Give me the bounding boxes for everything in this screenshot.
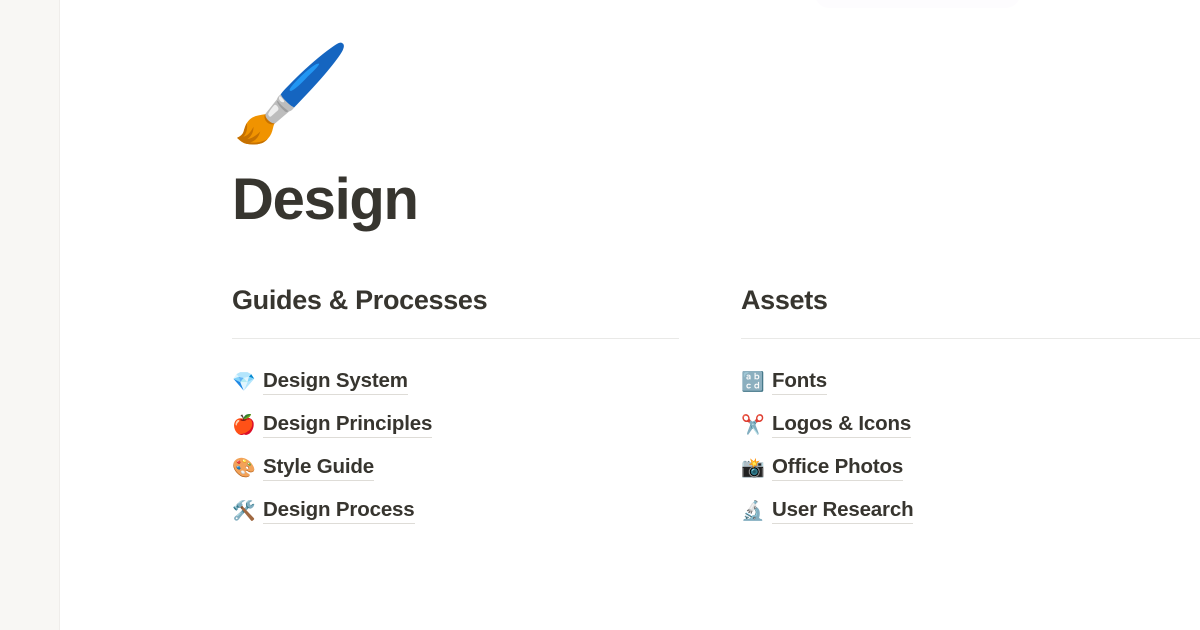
list-item[interactable]: 🛠️ Design Process xyxy=(232,490,679,533)
section-heading-assets: Assets xyxy=(741,284,828,315)
camera-with-flash-emoji: 📸 xyxy=(741,457,765,479)
section-divider-assets xyxy=(741,337,1200,339)
list-item[interactable]: 🔡 Fonts xyxy=(741,361,1200,404)
column-guides-and-processes: Guides & Processes 💎 Design System 🍎 Des… xyxy=(232,284,741,533)
scissors-emoji: ✂️ xyxy=(741,414,765,436)
list-item[interactable]: 💎 Design System xyxy=(232,361,679,404)
column-assets: Assets 🔡 Fonts ✂️ Logos & Icons 📸 Office… xyxy=(741,284,1200,533)
list-item[interactable]: 📸 Office Photos xyxy=(741,447,1200,490)
gem-stone-emoji: 💎 xyxy=(232,371,256,393)
link-design-system[interactable]: Design System xyxy=(263,369,408,396)
link-list-guides: 💎 Design System 🍎 Design Principles 🎨 St… xyxy=(232,361,679,533)
section-heading-guides: Guides & Processes xyxy=(232,284,488,315)
page-root: 🖌️ Design Guides & Processes 💎 Design Sy… xyxy=(0,0,1200,630)
section-divider-guides xyxy=(232,337,679,339)
link-logos-and-icons[interactable]: Logos & Icons xyxy=(772,412,911,439)
link-list-assets: 🔡 Fonts ✂️ Logos & Icons 📸 Office Photos xyxy=(741,361,1200,533)
artist-palette-emoji: 🎨 xyxy=(232,457,256,479)
main-content-area: 🖌️ Design Guides & Processes 💎 Design Sy… xyxy=(60,0,1200,630)
hammer-and-wrench-emoji: 🛠️ xyxy=(232,500,256,522)
microscope-emoji: 🔬 xyxy=(741,500,765,522)
list-item[interactable]: 🎨 Style Guide xyxy=(232,447,679,490)
list-item[interactable]: 🍎 Design Principles xyxy=(232,404,679,447)
link-design-principles[interactable]: Design Principles xyxy=(263,412,432,439)
column-list: Guides & Processes 💎 Design System 🍎 Des… xyxy=(232,284,1200,533)
page-body: 🖌️ Design Guides & Processes 💎 Design Sy… xyxy=(232,0,1200,533)
list-item[interactable]: ✂️ Logos & Icons xyxy=(741,404,1200,447)
link-user-research[interactable]: User Research xyxy=(772,498,914,525)
paintbrush-emoji[interactable]: 🖌️ xyxy=(232,38,1200,162)
red-apple-emoji: 🍎 xyxy=(232,414,256,436)
page-title: Design xyxy=(232,167,419,232)
link-office-photos[interactable]: Office Photos xyxy=(772,455,903,482)
left-sidebar-strip[interactable] xyxy=(0,0,60,630)
input-latin-lowercase-emoji: 🔡 xyxy=(741,371,765,393)
link-fonts[interactable]: Fonts xyxy=(772,369,827,396)
link-style-guide[interactable]: Style Guide xyxy=(263,455,374,482)
list-item[interactable]: 🔬 User Research xyxy=(741,490,1200,533)
link-design-process[interactable]: Design Process xyxy=(263,498,415,525)
